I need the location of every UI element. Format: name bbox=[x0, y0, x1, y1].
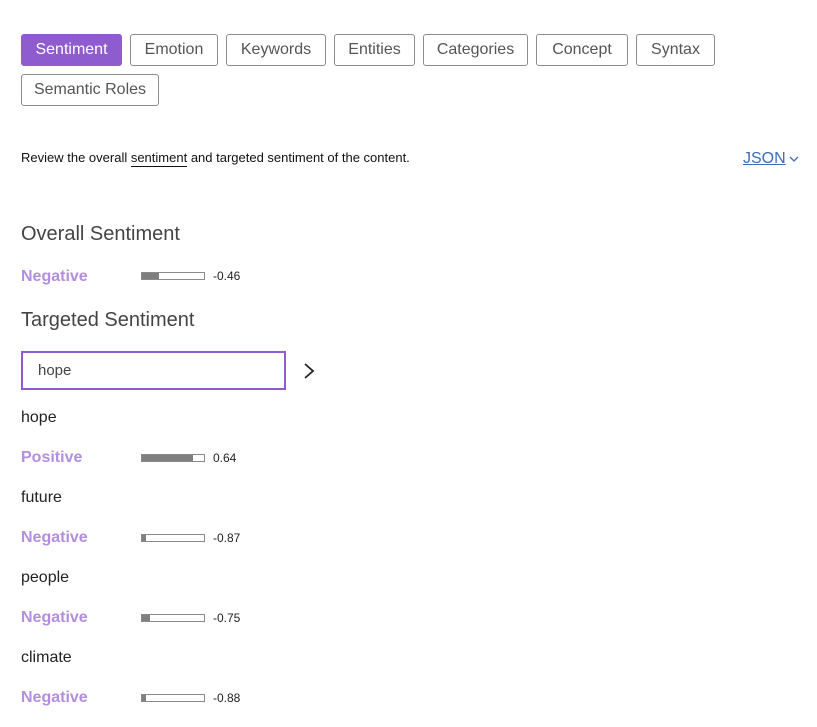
tab-entities[interactable]: Entities bbox=[334, 34, 415, 66]
tab-keywords[interactable]: Keywords bbox=[226, 34, 326, 66]
intro-before: Review the overall bbox=[21, 150, 131, 165]
target-sentiment-score: -0.75 bbox=[213, 611, 241, 625]
overall-sentiment-bar bbox=[141, 272, 205, 280]
target-name: people bbox=[21, 569, 70, 586]
target-sentiment-bar-fill bbox=[142, 615, 150, 621]
intro-text: Review the overall sentiment and targete… bbox=[21, 150, 410, 167]
chevron-down-icon bbox=[789, 150, 799, 168]
target-sentiment-score: -0.87 bbox=[213, 531, 241, 545]
target-name: hope bbox=[21, 409, 57, 426]
submit-target-button[interactable] bbox=[300, 361, 318, 381]
tab-categories[interactable]: Categories bbox=[423, 34, 528, 66]
chevron-right-icon bbox=[304, 363, 315, 379]
target-search-input[interactable] bbox=[21, 351, 286, 390]
target-sentiment-score: 0.64 bbox=[213, 451, 237, 465]
tab-emotion[interactable]: Emotion bbox=[130, 34, 218, 66]
target-sentiment-label: Positive bbox=[21, 449, 83, 466]
json-dropdown[interactable]: JSON bbox=[743, 150, 799, 168]
targeted-sentiment-title: Targeted Sentiment bbox=[21, 309, 195, 331]
overall-sentiment-label: Negative bbox=[21, 268, 88, 285]
overall-sentiment-score: -0.46 bbox=[213, 269, 241, 283]
json-label: JSON bbox=[743, 150, 786, 168]
sentiment-term-link[interactable]: sentiment bbox=[130, 150, 188, 167]
target-sentiment-bar bbox=[141, 454, 205, 462]
target-sentiment-score: -0.88 bbox=[213, 691, 241, 705]
target-name: future bbox=[21, 489, 62, 506]
target-sentiment-bar bbox=[141, 694, 205, 702]
tab-concept[interactable]: Concept bbox=[536, 34, 628, 66]
target-name: climate bbox=[21, 649, 72, 666]
tab-semantic-roles[interactable]: Semantic Roles bbox=[21, 74, 159, 106]
tab-sentiment[interactable]: Sentiment bbox=[21, 34, 122, 66]
intro-after: and targeted sentiment of the content. bbox=[187, 150, 410, 165]
target-sentiment-bar-fill bbox=[142, 695, 146, 701]
target-sentiment-bar-fill bbox=[142, 535, 147, 541]
target-sentiment-label: Negative bbox=[21, 529, 88, 546]
target-sentiment-label: Negative bbox=[21, 689, 88, 706]
overall-sentiment-title: Overall Sentiment bbox=[21, 223, 180, 245]
target-sentiment-label: Negative bbox=[21, 609, 88, 626]
target-sentiment-bar bbox=[141, 534, 205, 542]
target-sentiment-bar-fill bbox=[142, 455, 193, 461]
tab-syntax[interactable]: Syntax bbox=[636, 34, 715, 66]
target-sentiment-bar bbox=[141, 614, 205, 622]
overall-sentiment-bar-fill bbox=[142, 273, 159, 279]
